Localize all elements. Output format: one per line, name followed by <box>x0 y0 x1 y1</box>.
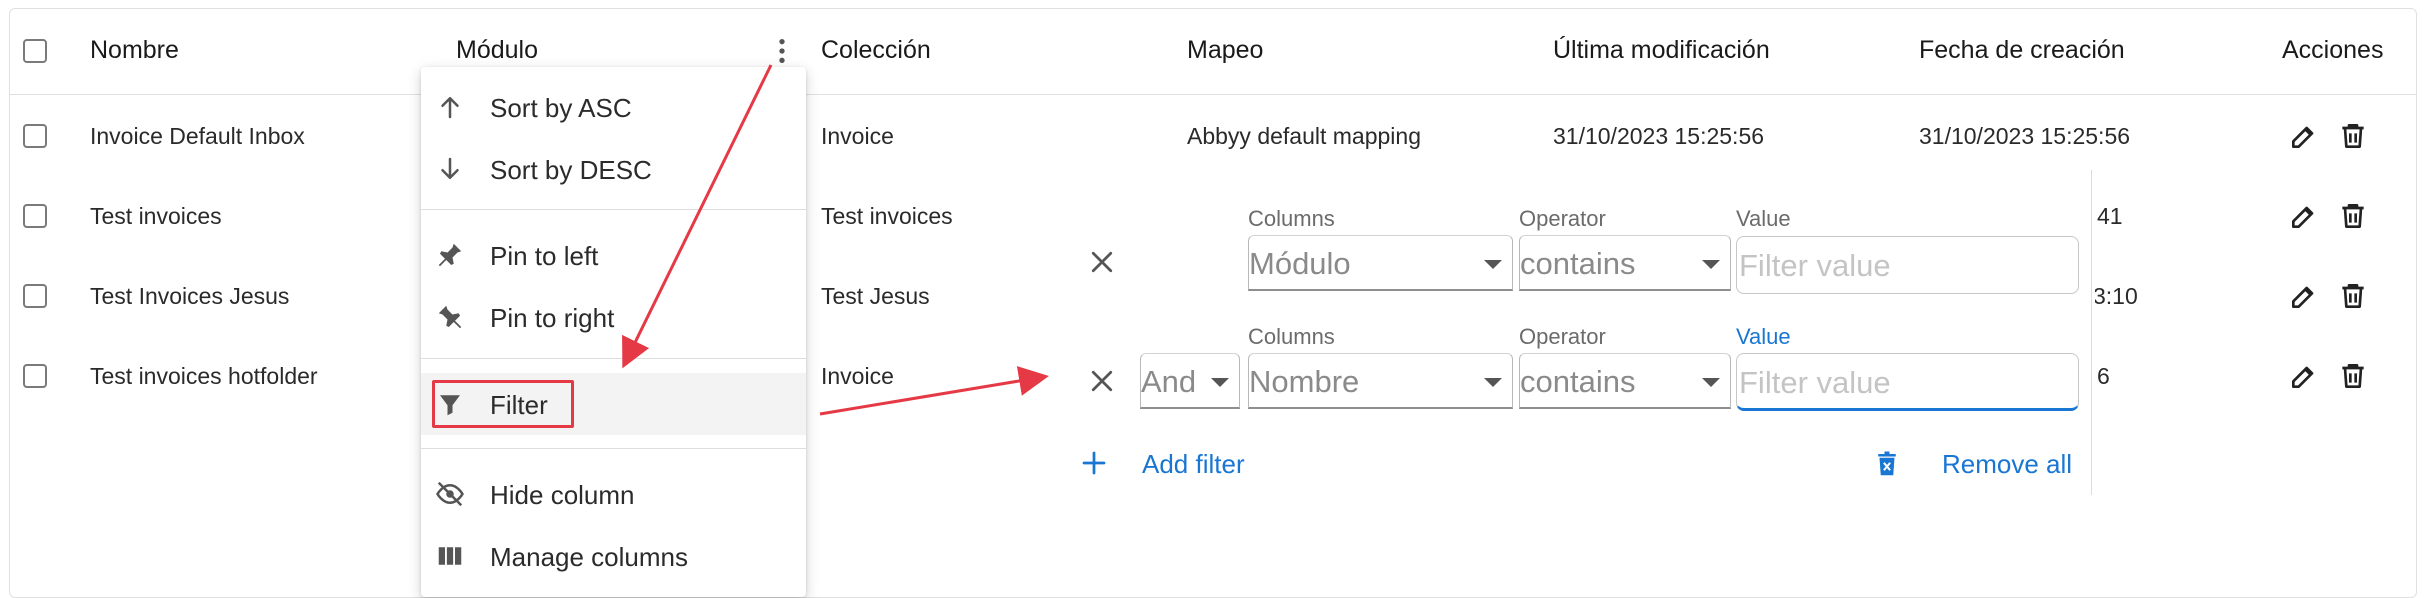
cell-mapeo: Abbyy default mapping <box>1187 123 1421 149</box>
header-coleccion[interactable]: Colección <box>821 36 931 65</box>
delete-icon[interactable] <box>2337 280 2369 312</box>
filter-icon <box>435 389 465 419</box>
header-acciones: Acciones <box>2282 36 2384 64</box>
operator-label: Operator <box>1519 206 1606 231</box>
arrow-up-icon <box>435 92 465 122</box>
menu-item-filter[interactable]: Filter <box>421 373 806 435</box>
delete-sweep-icon[interactable] <box>1872 449 1902 479</box>
row-checkbox[interactable] <box>23 124 47 148</box>
filter-column-select[interactable]: Módulo <box>1248 235 1513 291</box>
cell-ultima-modificacion: 31/10/2023 15:25:56 <box>1553 123 1765 149</box>
menu-item-label: Hide column <box>490 480 635 510</box>
menu-item-pin-left[interactable]: Pin to left <box>421 224 806 286</box>
table-row[interactable]: Invoice Default Inbox Invoice Abbyy defa… <box>9 96 2417 176</box>
menu-divider <box>421 448 806 449</box>
row-checkbox[interactable] <box>23 284 47 308</box>
cell-nombre: Test invoices hotfolder <box>90 363 318 389</box>
delete-icon[interactable] <box>2337 120 2369 152</box>
chevron-down-icon <box>1484 260 1502 269</box>
menu-divider <box>421 358 806 359</box>
edit-icon[interactable] <box>2288 360 2320 392</box>
row-checkbox[interactable] <box>23 204 47 228</box>
filter-operator-select[interactable]: contains <box>1519 235 1731 291</box>
grid-header: Nombre Módulo Colección Mapeo Última mod… <box>9 9 2417 95</box>
operator-label: Operator <box>1519 324 1606 349</box>
column-menu-icon[interactable] <box>766 35 798 67</box>
menu-item-label: Pin to right <box>490 303 615 333</box>
filter-operator-value: contains <box>1520 246 1636 281</box>
filter-panel: Columns Operator Value Módulo contains F… <box>1060 185 2095 495</box>
plus-icon[interactable] <box>1079 448 1109 478</box>
cell-fecha-creacion-partial: 3:10 <box>2093 283 2138 309</box>
menu-item-label: Sort by ASC <box>490 93 632 123</box>
edit-icon[interactable] <box>2288 280 2320 312</box>
filter-logic-value: And <box>1141 364 1197 399</box>
cell-nombre: Test Invoices Jesus <box>90 283 290 309</box>
pin-icon <box>435 240 465 270</box>
menu-item-pin-right[interactable]: Pin to right <box>421 286 806 348</box>
menu-item-label: Sort by DESC <box>490 155 652 185</box>
menu-item-label: Manage columns <box>490 542 688 572</box>
filter-column-value: Nombre <box>1249 364 1360 399</box>
filter-column-select[interactable]: Nombre <box>1248 353 1513 409</box>
menu-item-manage-columns[interactable]: Manage columns <box>421 525 806 587</box>
filter-value-placeholder: Filter value <box>1739 248 1891 283</box>
menu-item-sort-desc[interactable]: Sort by DESC <box>421 138 806 200</box>
filter-operator-value: contains <box>1520 364 1636 399</box>
delete-icon[interactable] <box>2337 360 2369 392</box>
chevron-down-icon <box>1702 260 1720 269</box>
filter-logic-select[interactable]: And <box>1140 353 1240 409</box>
pin-icon <box>435 302 465 332</box>
cell-fecha-creacion-partial: 41 <box>2097 203 2123 229</box>
cell-coleccion: Invoice <box>821 123 894 149</box>
edit-icon[interactable] <box>2288 120 2320 152</box>
chevron-down-icon <box>1484 378 1502 387</box>
chevron-down-icon <box>1702 378 1720 387</box>
filter-operator-select[interactable]: contains <box>1519 353 1731 409</box>
select-all-checkbox[interactable] <box>23 39 47 63</box>
columns-label: Columns <box>1248 206 1335 231</box>
cell-coleccion: Test invoices <box>821 203 953 229</box>
menu-item-label: Pin to left <box>490 241 599 271</box>
columns-icon <box>435 541 465 571</box>
arrow-down-icon <box>435 154 465 184</box>
row-checkbox[interactable] <box>23 364 47 388</box>
value-label: Value <box>1736 324 1791 349</box>
add-filter-button[interactable]: Add filter <box>1142 449 1245 480</box>
cell-nombre: Test invoices <box>90 203 222 229</box>
cell-coleccion: Invoice <box>821 363 894 389</box>
filter-value-placeholder: Filter value <box>1739 365 1891 400</box>
remove-all-button[interactable]: Remove all <box>1942 449 2072 480</box>
value-label: Value <box>1736 206 1791 231</box>
menu-item-hide-column[interactable]: Hide column <box>421 463 806 525</box>
filter-value-input[interactable]: Filter value <box>1736 353 2079 411</box>
cell-fecha-creacion: 31/10/2023 15:25:56 <box>1919 123 2131 149</box>
filter-value-input[interactable]: Filter value <box>1736 236 2079 294</box>
filter-panel-edge <box>2091 170 2092 495</box>
columns-label: Columns <box>1248 324 1335 349</box>
header-fecha-creacion[interactable]: Fecha de creación <box>1919 36 2125 65</box>
header-ultima-modificacion[interactable]: Última modificación <box>1553 36 1770 65</box>
filter-column-value: Módulo <box>1249 246 1351 281</box>
delete-icon[interactable] <box>2337 200 2369 232</box>
column-menu: Sort by ASC Sort by DESC Pin to left Pin… <box>421 67 806 597</box>
close-icon[interactable] <box>1087 366 1117 396</box>
edit-icon[interactable] <box>2288 200 2320 232</box>
chevron-down-icon <box>1211 378 1229 387</box>
menu-divider <box>421 209 806 210</box>
cell-coleccion: Test Jesus <box>821 283 930 309</box>
menu-item-label: Filter <box>490 390 548 420</box>
header-modulo[interactable]: Módulo <box>456 36 538 65</box>
eye-off-icon <box>435 479 465 509</box>
header-mapeo[interactable]: Mapeo <box>1187 36 1263 65</box>
cell-nombre: Invoice Default Inbox <box>90 123 305 149</box>
close-icon[interactable] <box>1087 247 1117 277</box>
header-nombre[interactable]: Nombre <box>90 36 179 65</box>
menu-item-sort-asc[interactable]: Sort by ASC <box>421 76 806 138</box>
cell-fecha-creacion-partial: 6 <box>2097 363 2110 389</box>
